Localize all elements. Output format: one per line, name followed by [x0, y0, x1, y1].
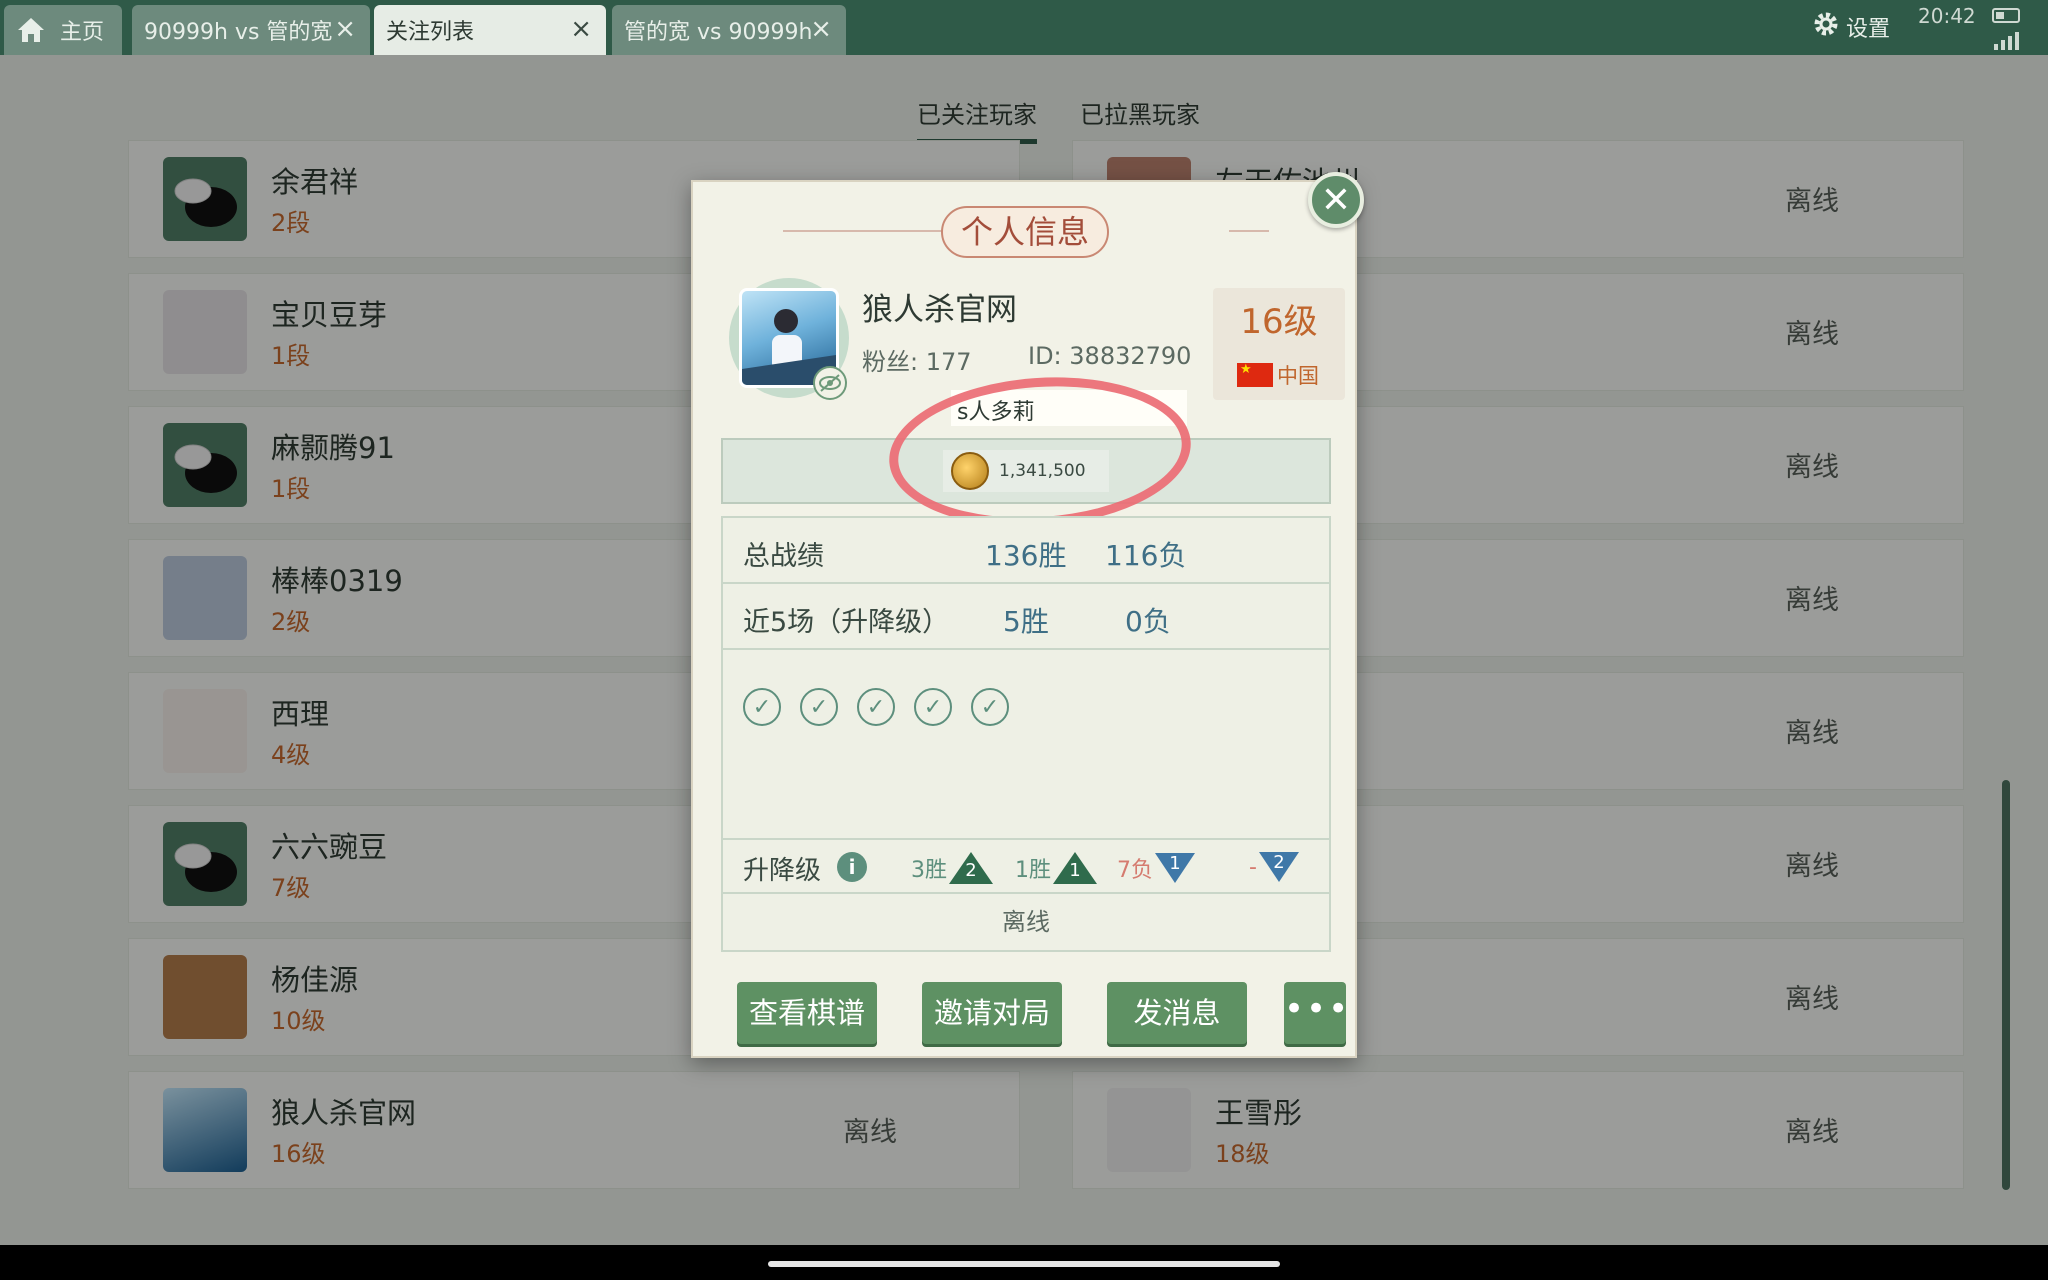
promo-rule-num: 1: [1069, 860, 1081, 881]
close-icon[interactable]: ×: [334, 16, 356, 42]
tab-label: 关注列表: [386, 20, 475, 45]
info-icon[interactable]: i: [837, 852, 867, 882]
signal-icon: [1992, 30, 2020, 50]
home-icon: [16, 16, 46, 44]
win-check-icon: ✓: [743, 688, 781, 726]
promo-rule-text: -: [1249, 854, 1257, 880]
more-options-button[interactable]: •••: [1284, 982, 1348, 1044]
up-arrow-icon: 1: [1053, 852, 1097, 884]
promo-rule-num: 2: [965, 860, 977, 881]
recent-losses: 0负: [1125, 605, 1171, 638]
recent-record-label: 近5场（升降级）: [743, 607, 950, 638]
profile-dialog: 个人信息 狼人杀官网 粉丝: 177 ID: 38832790 16级 中国 s…: [691, 180, 1357, 1058]
gear-icon: [1812, 10, 1840, 44]
win-check-icon: ✓: [971, 688, 1009, 726]
level-box: 16级 中国: [1213, 288, 1345, 400]
tab-game-1[interactable]: 90999h vs 管的宽 ×: [132, 5, 370, 55]
close-icon[interactable]: ×: [570, 16, 592, 42]
settings-label: 设置: [1846, 17, 1891, 42]
profile-avatar: [729, 278, 849, 400]
promotion-label: 升降级: [743, 856, 822, 886]
recent-record-row: 近5场（升降级） 5胜 0负: [723, 584, 1329, 650]
recent-results: ✓ ✓ ✓ ✓ ✓: [743, 688, 1009, 726]
clock: 20:42: [1918, 4, 1976, 28]
battery-icon: [1992, 8, 2020, 23]
tab-home[interactable]: 主页: [4, 5, 122, 55]
profile-name: 狼人杀官网: [862, 292, 1017, 328]
promo-rule: 3胜 2: [911, 852, 993, 884]
recent-wins: 5胜: [1003, 605, 1049, 638]
promotion-row: 升降级 i 3胜 2 1胜 1 7负 1 - 2: [723, 838, 1329, 894]
promo-rule: - 2: [1249, 852, 1299, 882]
tab-label: 主页: [60, 20, 105, 45]
up-arrow-icon: 2: [949, 852, 993, 884]
tab-game-2[interactable]: 管的宽 vs 90999h ×: [612, 5, 846, 55]
stats-panel: 总战绩 136胜 116负 近5场（升降级） 5胜 0负 ✓ ✓ ✓ ✓ ✓ 升…: [721, 516, 1331, 952]
promo-rule-text: 1胜: [1015, 858, 1051, 883]
down-arrow-icon: 1: [1155, 853, 1195, 883]
total-wins: 136胜: [985, 539, 1067, 572]
promo-rule-text: 7负: [1117, 858, 1153, 883]
promo-rule-text: 3胜: [911, 858, 947, 883]
invite-game-button[interactable]: 邀请对局: [922, 982, 1062, 1044]
profile-level: 16级: [1240, 302, 1318, 342]
dialog-title: 个人信息: [941, 206, 1109, 258]
view-game-records-button[interactable]: 查看棋谱: [737, 982, 877, 1044]
down-arrow-icon: 2: [1258, 852, 1299, 882]
hidden-eye-icon: [813, 366, 847, 400]
settings-button[interactable]: 设置: [1812, 10, 1890, 44]
china-flag-icon: [1237, 362, 1273, 387]
tab-label: 90999h vs 管的宽: [144, 20, 333, 45]
top-tab-bar: 主页 90999h vs 管的宽 × 关注列表 × 管的宽 vs 90999h …: [0, 0, 2048, 55]
win-check-icon: ✓: [914, 688, 952, 726]
home-indicator[interactable]: [768, 1261, 1280, 1267]
profile-id: ID: 38832790: [1028, 342, 1192, 370]
profile-fans: 粉丝: 177: [862, 348, 972, 376]
close-icon: ✕: [1320, 179, 1352, 221]
send-message-button[interactable]: 发消息: [1107, 982, 1247, 1044]
tab-follow-list[interactable]: 关注列表 ×: [374, 5, 606, 55]
promo-rule-num: 2: [1273, 852, 1285, 873]
close-dialog-button[interactable]: ✕: [1308, 172, 1364, 228]
tab-label: 管的宽 vs 90999h: [624, 20, 813, 45]
win-check-icon: ✓: [800, 688, 838, 726]
promo-rule: 1胜 1: [1015, 852, 1097, 884]
total-record-label: 总战绩: [743, 541, 824, 572]
total-losses: 116负: [1105, 539, 1187, 572]
country-label: 中国: [1277, 364, 1319, 388]
profile-status: 离线: [1002, 908, 1050, 936]
promo-rule: 7负 1: [1117, 852, 1195, 884]
close-icon[interactable]: ×: [810, 16, 832, 42]
total-record-row: 总战绩 136胜 116负: [723, 518, 1329, 584]
promo-rule-num: 1: [1169, 853, 1181, 874]
win-check-icon: ✓: [857, 688, 895, 726]
profile-country: 中国: [1237, 360, 1319, 390]
